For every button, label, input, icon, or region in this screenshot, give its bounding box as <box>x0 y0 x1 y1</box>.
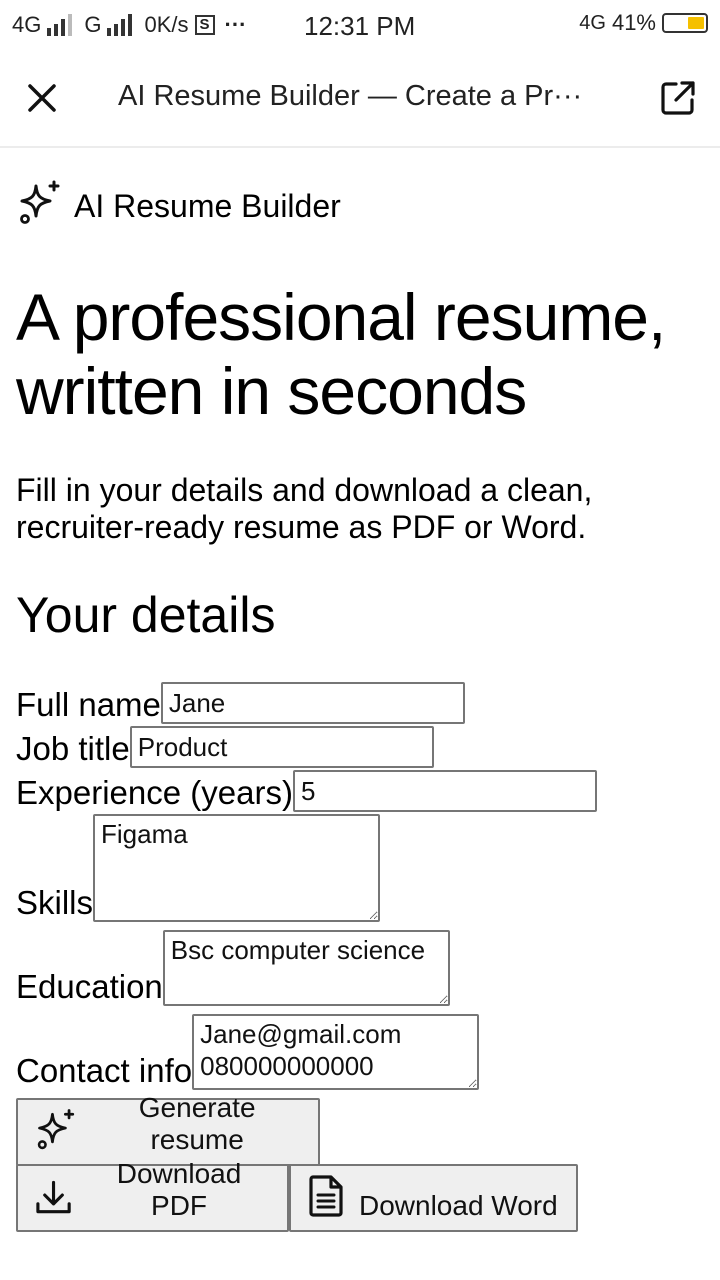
network-type-label: 4G <box>12 12 42 37</box>
contact-textarea[interactable]: Jane@gmail.com 080000000000 <box>192 1014 480 1090</box>
document-icon <box>309 1175 343 1217</box>
s-icon: S <box>194 15 215 35</box>
form-heading: Your details <box>16 587 276 643</box>
download-icon <box>36 1180 71 1214</box>
clock: 12:31 PM <box>304 11 416 41</box>
brand-name: AI Resume Builder <box>74 188 341 224</box>
skills-label: Skills <box>16 884 94 921</box>
job-title-label: Job title <box>16 730 130 767</box>
custom-tab-toolbar: AI Resume Builder — Create a Pr··· <box>0 52 720 148</box>
download-word-label: Download Word <box>359 1190 558 1221</box>
download-pdf-label: Download PDF <box>116 1158 242 1221</box>
brand: AI Resume Builder <box>16 178 341 226</box>
experience-row: Experience (years) <box>16 770 597 812</box>
hero-lead: Fill in your details and download a clea… <box>16 472 593 545</box>
network-type-label-2: G <box>84 12 102 37</box>
signal-icon <box>47 14 73 36</box>
sparkles-icon <box>37 1109 75 1150</box>
more-dots-icon: ··· <box>224 12 247 37</box>
generate-resume-label: Generate resume <box>138 1092 256 1155</box>
full-name-row: Full name <box>16 682 465 724</box>
full-name-input[interactable] <box>160 682 465 724</box>
education-row: Education Bsc computer science <box>16 930 450 1006</box>
speed-label: 0K/s <box>144 12 189 37</box>
open-external-icon[interactable] <box>658 78 698 118</box>
hero-title: A professional resume, written in second… <box>16 280 666 428</box>
full-name-label: Full name <box>16 686 161 723</box>
job-title-input[interactable] <box>129 726 434 768</box>
download-word-button[interactable]: Download Word <box>289 1164 578 1232</box>
battery-icon <box>662 13 708 33</box>
status-right: 4G 41% <box>579 10 708 36</box>
skills-textarea[interactable]: Figama <box>93 814 381 922</box>
network-4g-label: 4G <box>579 11 606 34</box>
job-title-row: Job title <box>16 726 434 768</box>
battery-percent: 41% <box>611 10 656 35</box>
generate-resume-button[interactable]: Generate resume <box>16 1092 320 1166</box>
contact-label: Contact info <box>16 1052 193 1089</box>
contact-row: Contact info Jane@gmail.com 080000000000 <box>16 1014 480 1090</box>
education-label: Education <box>16 968 163 1005</box>
sparkles-icon <box>20 180 60 224</box>
download-pdf-button[interactable]: Download PDF <box>16 1158 289 1232</box>
page-title-bar: AI Resume Builder — Create a Pr··· <box>118 80 583 112</box>
signal-icon-2 <box>107 14 133 36</box>
close-icon[interactable] <box>22 78 62 118</box>
skills-row: Skills Figama <box>16 814 381 922</box>
status-bar: 4G G 0K/s S ··· 12:31 PM 4G 41% <box>0 0 720 52</box>
status-left: 4G G 0K/s S ··· <box>12 12 247 38</box>
experience-input[interactable] <box>292 770 597 812</box>
experience-label: Experience (years) <box>16 774 293 811</box>
education-textarea[interactable]: Bsc computer science <box>162 930 450 1006</box>
